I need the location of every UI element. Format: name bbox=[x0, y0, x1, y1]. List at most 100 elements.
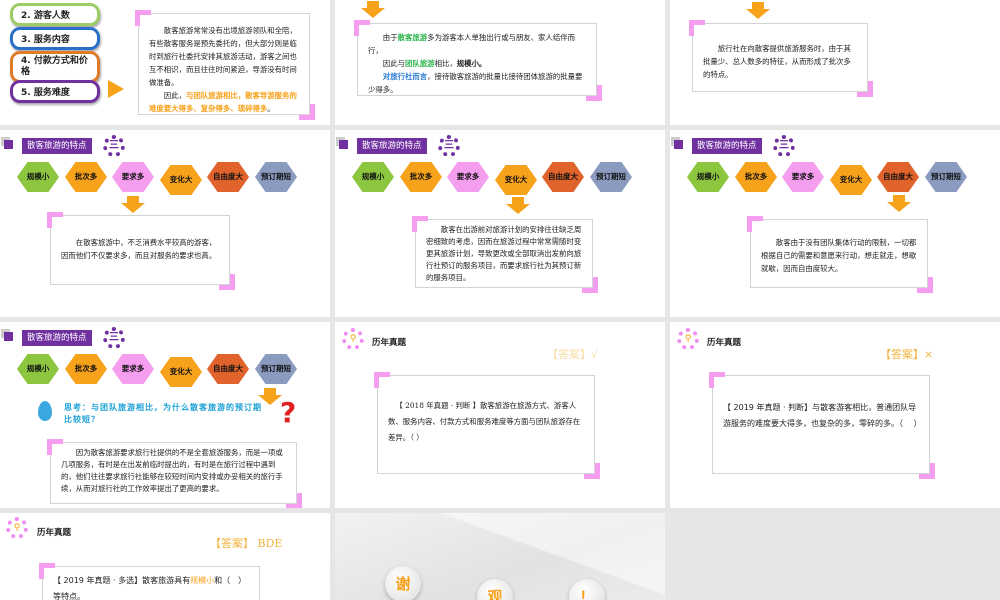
slide-thumbnail-10[interactable]: ⚲ 历年真题 【答案】 BDE 【 2019 年真题 · 多选】散客旅游具有规模… bbox=[0, 513, 330, 600]
hexagon-feature-3: 要求多 bbox=[112, 354, 154, 384]
text-box: 散客在出游前对旅游计划的安排往往缺乏周密细致的考虑，因而在旅游过程中常常需随时变… bbox=[412, 216, 598, 293]
paragraph: 散客在出游前对旅游计划的安排往往缺乏周密细致的考虑，因而在旅游过程中常常需随时变… bbox=[426, 225, 582, 282]
text-box: 散客由于没有团队集体行动的限制，一切都根据自己的需要和意愿来行动，想走就走，想歇… bbox=[747, 216, 933, 293]
section-title: 散客旅游的特点 bbox=[22, 330, 92, 346]
think-question: 思考：与团队旅游相比，为什么散客旅游的预订期比较短？ bbox=[64, 403, 262, 424]
highlight-text: 规模小 bbox=[190, 576, 215, 585]
section-title: 散客旅游的特点 bbox=[22, 138, 92, 154]
question-mark-icon: ? bbox=[280, 396, 297, 429]
question-text: 【 2018 年真题 · 判断 】散客旅游在旅游方式、游客人数、服务内容、付款方… bbox=[388, 401, 581, 442]
hexagon-feature-6: 预订期短 bbox=[925, 162, 967, 192]
hexagon-feature-2: 批次多 bbox=[735, 162, 777, 192]
text-box: 由于散客旅游多为游客本人单独出行或与朋友、家人结伴而行， 因此与团队旅游相比，规… bbox=[354, 20, 602, 101]
water-drop-mascot-icon bbox=[38, 401, 52, 421]
highlight-text: 散客旅游 bbox=[397, 33, 428, 42]
arrow-right-icon bbox=[108, 80, 124, 98]
question-text: 【 2019 年真题 · 判断】与散客游客相比，普通团队导游服务的难度要大得多，… bbox=[723, 403, 922, 428]
paragraph: 因为散客旅游要求旅行社提供的不是全套旅游服务，而是一项或几项服务，有时是在出发前… bbox=[61, 448, 283, 493]
section-title: 历年真题 bbox=[37, 528, 72, 538]
corner-decoration bbox=[47, 439, 63, 455]
hexagon-feature-5: 自由度大 bbox=[877, 162, 919, 192]
hexagon-feature-2: 批次多 bbox=[65, 162, 107, 192]
text: 因此， bbox=[163, 91, 186, 100]
hexagon-feature-3: 要求多 bbox=[112, 162, 154, 192]
question-box: 【 2018 年真题 · 判断 】散客旅游在旅游方式、游客人数、服务内容、付款方… bbox=[374, 372, 600, 479]
hexagon-feature-2: 批次多 bbox=[400, 162, 442, 192]
paragraph: 对旅行社而言，接待散客旅游的批量比接待团体旅游的批量要少得多。 bbox=[368, 70, 586, 96]
hexagon-feature-4: 变化大 bbox=[160, 165, 202, 195]
slide-thumbnail-7[interactable]: 思考：与团队旅游相比，为什么散客旅游的预订期比较短？ ? 因为散客旅游要求旅行社… bbox=[0, 322, 330, 508]
search-gear-icon: ⚲ bbox=[342, 328, 364, 350]
slide-thumbnail-2[interactable]: 由于散客旅游多为游客本人单独出行或与朋友、家人结伴而行， 因此与团队旅游相比，规… bbox=[335, 0, 665, 125]
slide-thumbnail-3[interactable]: 旅行社在向散客提供旅游服务时，由于其批量少、总人数多的特征，从而形成了批次多的特… bbox=[670, 0, 1000, 125]
section-title: 散客旅游的特点 bbox=[692, 138, 762, 154]
arrow-down-icon bbox=[506, 197, 530, 214]
slide-thumbnail-8[interactable]: ⚲ 历年真题 【答案】√ 【 2018 年真题 · 判断 】散客旅游在旅游方式、… bbox=[335, 322, 665, 508]
hexagon-feature-4: 变化大 bbox=[160, 357, 202, 387]
section-title: 散客旅游的特点 bbox=[357, 138, 427, 154]
text: 由于 bbox=[382, 33, 398, 42]
gear-number-icon: 三 bbox=[438, 135, 460, 157]
corner-decoration bbox=[857, 81, 873, 97]
paragraph: 散客由于没有团队集体行动的限制，一切都根据自己的需要和意愿来行动，想走就走，想歇… bbox=[761, 238, 917, 273]
corner-decoration bbox=[689, 20, 705, 36]
section-title: 历年真题 bbox=[372, 338, 407, 348]
gear-number-icon: 三 bbox=[103, 327, 125, 349]
text: 相比， bbox=[434, 59, 457, 68]
list-item-payment: 4. 付款方式和价格 bbox=[10, 51, 100, 83]
highlight-text: 对旅行社而言 bbox=[382, 72, 428, 81]
search-gear-icon: ⚲ bbox=[6, 517, 28, 539]
slide-thumbnail-11[interactable]: 谢 观 ！ bbox=[335, 513, 665, 600]
slide-thumbnail-9[interactable]: ⚲ 历年真题 【答案】× 【 2019 年真题 · 判断】与散客游客相比，普通团… bbox=[670, 322, 1000, 508]
hexagon-feature-3: 要求多 bbox=[447, 162, 489, 192]
search-gear-icon: ⚲ bbox=[677, 328, 699, 350]
text: 因此与 bbox=[382, 59, 405, 68]
highlight-text: 团队旅游 bbox=[404, 59, 435, 68]
hexagon-feature-1: 规模小 bbox=[17, 354, 59, 384]
slide-thumbnail-4[interactable]: 在散客旅游中，不乏消费水平较高的游客，因而他们不仅要求多，而且对服务的要求也高。… bbox=[0, 130, 330, 317]
hexagon-feature-3: 要求多 bbox=[782, 162, 824, 192]
gear-number-icon: 三 bbox=[103, 135, 125, 157]
list-item-service-difficulty: 5. 服务难度 bbox=[10, 80, 100, 103]
hexagon-feature-1: 规模小 bbox=[17, 162, 59, 192]
paragraph: 在散客旅游中，不乏消费水平较高的游客，因而他们不仅要求多，而且对服务的要求也高。 bbox=[61, 238, 217, 260]
arrow-down-icon bbox=[887, 195, 911, 212]
corner-decoration bbox=[39, 563, 55, 579]
paragraph: 由于散客旅游多为游客本人单独出行或与朋友、家人结伴而行， bbox=[368, 31, 586, 57]
slide-thumbnail-6[interactable]: 散客由于没有团队集体行动的限制，一切都根据自己的需要和意愿来行动，想走就走，想歇… bbox=[670, 130, 1000, 317]
square-bullet-icon bbox=[4, 140, 13, 149]
hexagon-feature-6: 预订期短 bbox=[255, 162, 297, 192]
answer-label: 【答案】 BDE bbox=[210, 537, 283, 550]
bold-text: 规模小。 bbox=[456, 59, 487, 68]
arrow-down-icon bbox=[746, 2, 770, 19]
corner-decoration bbox=[709, 372, 725, 388]
square-bullet-icon bbox=[4, 332, 13, 341]
paragraph: 旅行社在向散客提供旅游服务时，由于其批量少、总人数多的特征，从而形成了批次多的特… bbox=[703, 44, 851, 79]
corner-decoration bbox=[412, 216, 428, 232]
question-box: 【 2019 年真题 · 多选】散客旅游具有规模小和（ ）等特点。 bbox=[39, 563, 260, 600]
hexagon-feature-6: 预订期短 bbox=[255, 354, 297, 384]
thanks-char-1: 谢 bbox=[385, 566, 421, 600]
text: 。 bbox=[267, 104, 275, 113]
text-box: 在散客旅游中，不乏消费水平较高的游客，因而他们不仅要求多，而且对服务的要求也高。 bbox=[47, 212, 235, 290]
question-box: 【 2019 年真题 · 判断】与散客游客相比，普通团队导游服务的难度要大得多，… bbox=[709, 372, 935, 479]
hexagon-feature-5: 自由度大 bbox=[542, 162, 584, 192]
square-bullet-icon bbox=[339, 140, 348, 149]
hexagon-feature-2: 批次多 bbox=[65, 354, 107, 384]
corner-decoration bbox=[219, 274, 235, 290]
slide-thumbnail-1[interactable]: 2. 游客人数 3. 服务内容 4. 付款方式和价格 5. 服务难度 散客旅游常… bbox=[0, 0, 330, 125]
corner-decoration bbox=[299, 104, 315, 120]
corner-decoration bbox=[747, 216, 763, 232]
list-item-service-content: 3. 服务内容 bbox=[10, 27, 100, 50]
corner-decoration bbox=[47, 212, 63, 228]
hexagon-feature-5: 自由度大 bbox=[207, 354, 249, 384]
text-box: 旅行社在向散客提供旅游服务时，由于其批量少、总人数多的特征，从而形成了批次多的特… bbox=[689, 20, 873, 97]
arrow-down-icon bbox=[121, 196, 145, 213]
hexagon-feature-5: 自由度大 bbox=[207, 162, 249, 192]
slide-thumbnail-5[interactable]: 散客在出游前对旅游计划的安排往往缺乏周密细致的考虑，因而在旅游过程中常常需随时变… bbox=[335, 130, 665, 317]
corner-decoration bbox=[135, 10, 151, 26]
corner-decoration bbox=[584, 463, 600, 479]
corner-decoration bbox=[586, 85, 602, 101]
corner-decoration bbox=[919, 463, 935, 479]
answer-label: 【答案】√ bbox=[547, 348, 599, 361]
